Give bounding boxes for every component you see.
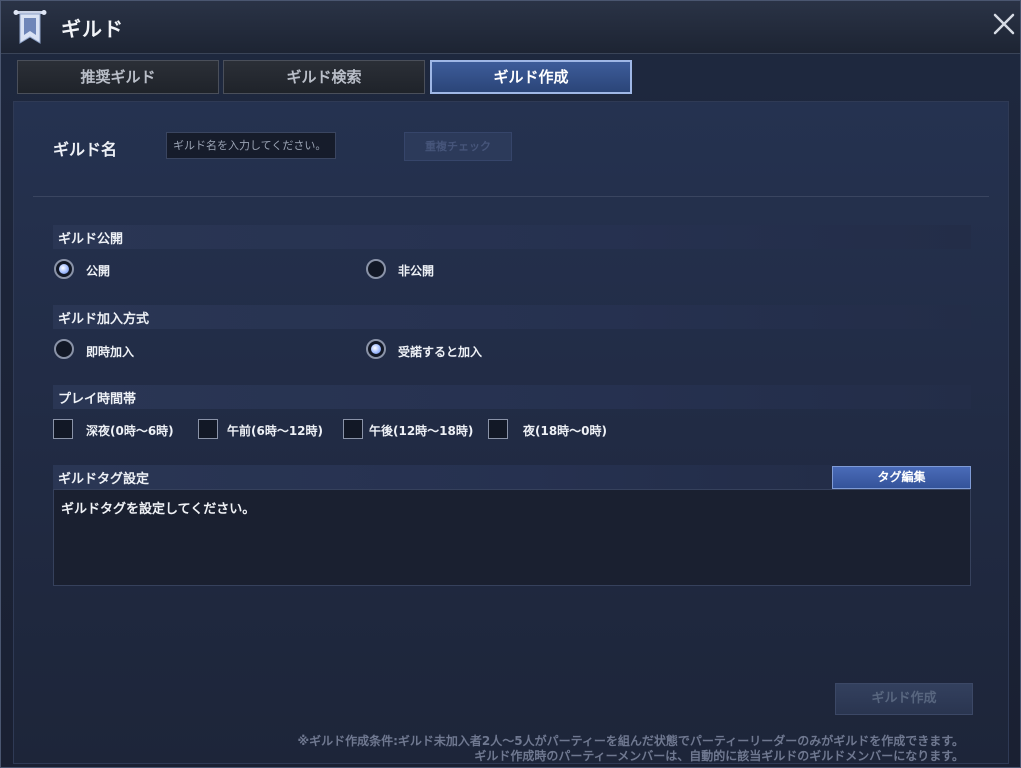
tag-placeholder-text: ギルドタグを設定してください。 [61, 502, 256, 517]
radio-approval-join[interactable] [366, 339, 386, 359]
checkbox-night[interactable] [488, 419, 508, 439]
tab-create[interactable]: ギルド作成 [430, 60, 632, 94]
tag-edit-button[interactable]: タグ編集 [832, 466, 971, 489]
create-guild-button[interactable]: ギルド作成 [835, 683, 973, 715]
checkbox-afternoon-label: 午後(12時～18時) [369, 424, 474, 438]
checkbox-night-label: 夜(18時～0時) [523, 424, 608, 438]
tab-recommended[interactable]: 推奨ギルド [17, 60, 219, 94]
radio-approval-join-label: 受諾すると加入 [398, 345, 483, 359]
radio-instant-join-label: 即時加入 [86, 345, 135, 359]
duplicate-check-button[interactable]: 重複チェック [404, 132, 512, 161]
checkbox-afternoon[interactable] [343, 419, 363, 439]
join-method-section-header: ギルド加入方式 [53, 305, 971, 329]
guild-window: ギルド 推奨ギルド ギルド検索 ギルド作成 ギルド名 重複チェック ギルド公開 … [0, 0, 1021, 768]
play-time-label: プレイ時間帯 [58, 392, 137, 407]
tags-label: ギルドタグ設定 [58, 472, 150, 487]
radio-private-label: 非公開 [398, 264, 435, 278]
checkbox-morning-label: 午前(6時～12時) [227, 424, 324, 438]
radio-private[interactable] [366, 259, 386, 279]
guild-banner-icon [13, 9, 47, 45]
radio-instant-join[interactable] [54, 339, 74, 359]
play-time-section-header: プレイ時間帯 [53, 385, 971, 409]
checkbox-late-night[interactable] [53, 419, 73, 439]
radio-public[interactable] [54, 259, 74, 279]
tags-section-header: ギルドタグ設定 [53, 465, 832, 489]
title-bar: ギルド [1, 1, 1020, 54]
creation-member-note: ギルド作成時のパーティーメンバーは、自動的に該当ギルドのギルドメンバーになります… [474, 749, 964, 763]
guild-name-input[interactable] [166, 132, 336, 159]
guild-name-label: ギルド名 [53, 140, 118, 159]
checkbox-late-night-label: 深夜(0時～6時) [86, 424, 174, 438]
visibility-label: ギルド公開 [58, 232, 124, 247]
checkbox-morning[interactable] [198, 419, 218, 439]
visibility-section-header: ギルド公開 [53, 225, 971, 249]
divider [33, 196, 989, 197]
radio-public-label: 公開 [86, 264, 111, 278]
tab-search[interactable]: ギルド検索 [223, 60, 425, 94]
close-icon[interactable] [989, 9, 1019, 39]
window-title: ギルド [61, 17, 124, 41]
join-method-label: ギルド加入方式 [58, 312, 150, 327]
tag-display-area: ギルドタグを設定してください。 [53, 489, 971, 586]
